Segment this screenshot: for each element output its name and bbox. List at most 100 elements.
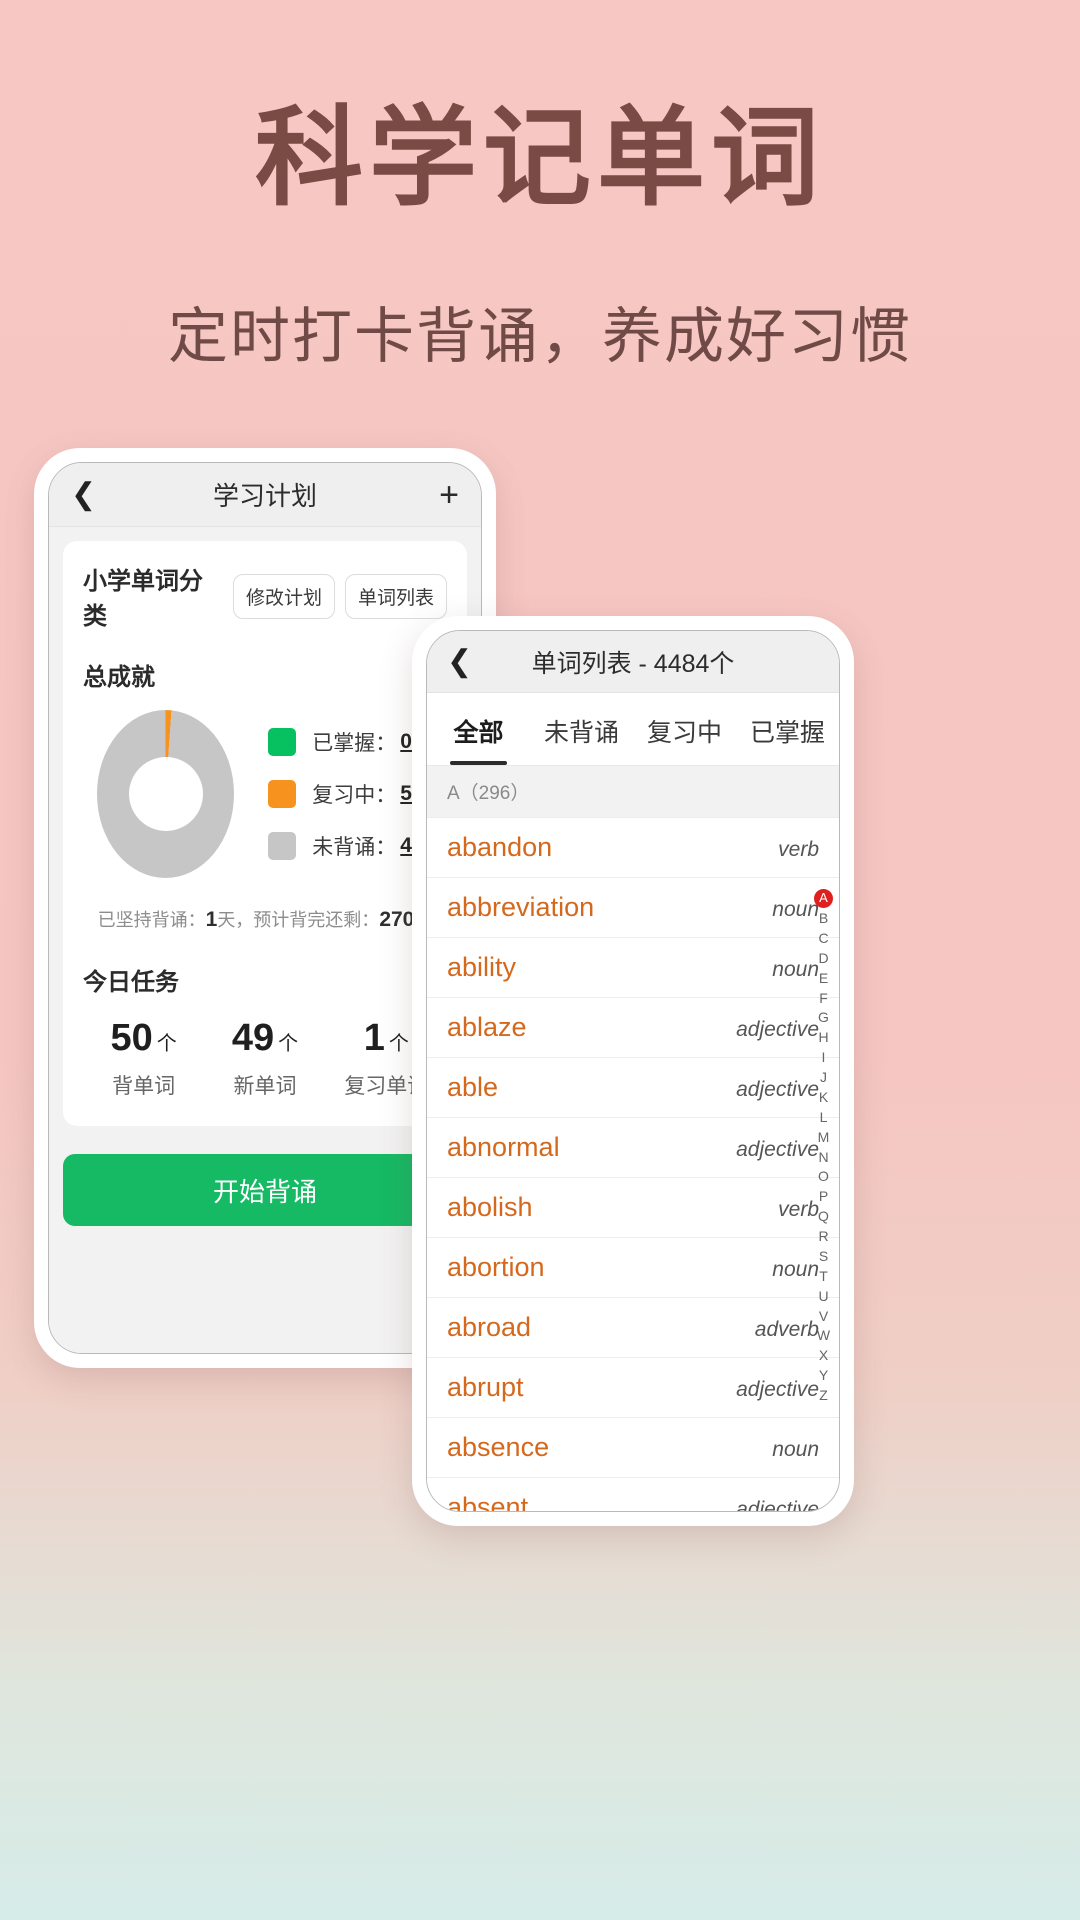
legend-label: 复习中：: [312, 784, 397, 807]
index-letter-H[interactable]: H: [818, 1028, 828, 1048]
index-letter-W[interactable]: W: [817, 1326, 830, 1346]
achievement-title: 总成就: [83, 664, 155, 691]
word-text: able: [447, 1072, 499, 1102]
index-letter-M[interactable]: M: [818, 1128, 830, 1148]
word-text: abbreviation: [447, 892, 595, 922]
plus-icon[interactable]: +: [439, 478, 459, 512]
word-pos: adjective: [736, 1018, 819, 1041]
word-row[interactable]: abortion noun: [427, 1238, 839, 1298]
tab-已掌握[interactable]: 已掌握: [736, 693, 839, 765]
tab-未背诵[interactable]: 未背诵: [530, 693, 633, 765]
letter-group-header: A（296）: [427, 766, 839, 818]
word-row[interactable]: ability noun: [427, 938, 839, 998]
achievement-donut-chart: [97, 710, 235, 878]
edit-plan-button[interactable]: 修改计划: [232, 573, 335, 619]
word-pos: adverb: [754, 1318, 819, 1341]
index-letter-L[interactable]: L: [820, 1108, 828, 1128]
index-letter-U[interactable]: U: [818, 1287, 828, 1307]
study-plan-card: 小学单词分类 修改计划 单词列表 总成就 已掌握：0复习中：50未背诵：4434…: [63, 541, 467, 1126]
stat-unit: 个: [278, 1033, 299, 1055]
word-row[interactable]: abandon verb: [427, 818, 839, 878]
word-list[interactable]: abandon verb abbreviation noun ability noun ab…: [427, 818, 839, 1512]
index-letter-N[interactable]: N: [818, 1148, 828, 1168]
word-row[interactable]: abolish verb: [427, 1178, 839, 1238]
achievement-chart-row: 已掌握：0复习中：50未背诵：4434: [83, 710, 447, 878]
word-row[interactable]: absence noun: [427, 1418, 839, 1478]
phone1-nav-title: 学习计划: [212, 481, 317, 511]
hero-section: 科学记单词 定时打卡背诵，养成好习惯: [0, 0, 1080, 375]
plan-card-header: 小学单词分类 修改计划 单词列表: [83, 561, 447, 631]
alphabet-index-bar[interactable]: ABCDEFGHIJKLMNOPQRSTUVWXYZ: [814, 889, 833, 1406]
today-task-title: 今日任务: [83, 969, 179, 996]
word-text: absence: [447, 1432, 550, 1462]
index-letter-A[interactable]: A: [814, 889, 833, 908]
word-row[interactable]: abrupt adjective: [427, 1358, 839, 1418]
index-letter-D[interactable]: D: [818, 949, 828, 969]
word-row[interactable]: abbreviation noun: [427, 878, 839, 938]
index-letter-C[interactable]: C: [818, 929, 828, 949]
stat-item: 49 个新单词: [204, 1017, 325, 1100]
index-letter-Y[interactable]: Y: [819, 1366, 828, 1386]
index-letter-P[interactable]: P: [819, 1187, 828, 1207]
stat-number: 50 个: [110, 1017, 177, 1059]
index-letter-K[interactable]: K: [819, 1088, 828, 1108]
streak-mid: 天，预计背完还剩：: [217, 910, 380, 930]
word-text: ablaze: [447, 1012, 527, 1042]
word-text: abnormal: [447, 1132, 560, 1162]
word-row[interactable]: able adjective: [427, 1058, 839, 1118]
index-letter-J[interactable]: J: [820, 1068, 827, 1088]
word-row[interactable]: ablaze adjective: [427, 998, 839, 1058]
start-reciting-button[interactable]: 开始背诵: [63, 1154, 467, 1226]
index-letter-B[interactable]: B: [819, 909, 828, 929]
index-letter-R[interactable]: R: [818, 1227, 828, 1247]
legend-label: 已掌握：: [312, 732, 397, 755]
index-letter-E[interactable]: E: [819, 969, 828, 989]
tab-复习中[interactable]: 复习中: [633, 693, 736, 765]
word-text: absent: [447, 1492, 529, 1512]
index-letter-V[interactable]: V: [819, 1307, 828, 1327]
stat-unit: 个: [156, 1033, 177, 1055]
word-pos: adjective: [736, 1378, 819, 1401]
phone2-navbar: ❮ 单词列表 - 4484个: [427, 631, 839, 693]
word-pos: adjective: [736, 1078, 819, 1101]
word-text: abrupt: [447, 1372, 524, 1402]
legend-label: 未背诵：: [312, 836, 397, 859]
legend-color-swatch: [268, 832, 297, 860]
word-row[interactable]: abroad adverb: [427, 1298, 839, 1358]
word-pos: noun: [772, 1438, 819, 1461]
phone2-screen: ❮ 单词列表 - 4484个 全部 未背诵 复习中 已掌握 A（296） abando…: [426, 630, 840, 1512]
streak-days: 1: [205, 908, 218, 931]
index-letter-F[interactable]: F: [819, 989, 828, 1009]
streak-prefix: 已坚持背诵：: [97, 910, 206, 930]
word-text: ability: [447, 952, 517, 982]
word-filter-tabs: 全部 未背诵 复习中 已掌握: [427, 693, 839, 766]
index-letter-Z[interactable]: Z: [819, 1386, 828, 1406]
index-letter-T[interactable]: T: [819, 1267, 828, 1287]
index-letter-G[interactable]: G: [818, 1008, 829, 1028]
today-stats: 50 个背单词 49 个新单词 1 个复习单词: [83, 1017, 447, 1100]
word-text: abolish: [447, 1192, 533, 1222]
page-title: 科学记单词: [254, 100, 825, 219]
index-letter-I[interactable]: I: [822, 1048, 826, 1068]
index-letter-Q[interactable]: Q: [818, 1207, 829, 1227]
word-list-button[interactable]: 单词列表: [344, 573, 447, 619]
word-row[interactable]: abnormal adjective: [427, 1118, 839, 1178]
word-pos: adjective: [736, 1138, 819, 1161]
legend-value: 0: [400, 730, 412, 753]
stat-item: 50 个背单词: [83, 1017, 204, 1100]
word-pos: noun: [772, 958, 819, 981]
word-pos: adjective: [736, 1498, 819, 1512]
index-letter-S[interactable]: S: [819, 1247, 828, 1267]
legend-color-swatch: [268, 780, 297, 808]
phone-mockup-word-list: ❮ 单词列表 - 4484个 全部 未背诵 复习中 已掌握 A（296） abando…: [412, 616, 854, 1526]
streak-text: 已坚持背诵：1天，预计背完还剩：270天: [83, 906, 447, 932]
word-pos: noun: [772, 898, 819, 921]
word-pos: noun: [772, 1258, 819, 1281]
phone2-nav-title: 单词列表 - 4484个: [531, 649, 735, 678]
word-row[interactable]: absent adjective: [427, 1478, 839, 1512]
tab-全部[interactable]: 全部: [427, 693, 530, 765]
index-letter-X[interactable]: X: [819, 1346, 828, 1366]
index-letter-O[interactable]: O: [818, 1167, 829, 1187]
plan-name: 小学单词分类: [83, 568, 203, 630]
legend-color-swatch: [268, 728, 297, 756]
